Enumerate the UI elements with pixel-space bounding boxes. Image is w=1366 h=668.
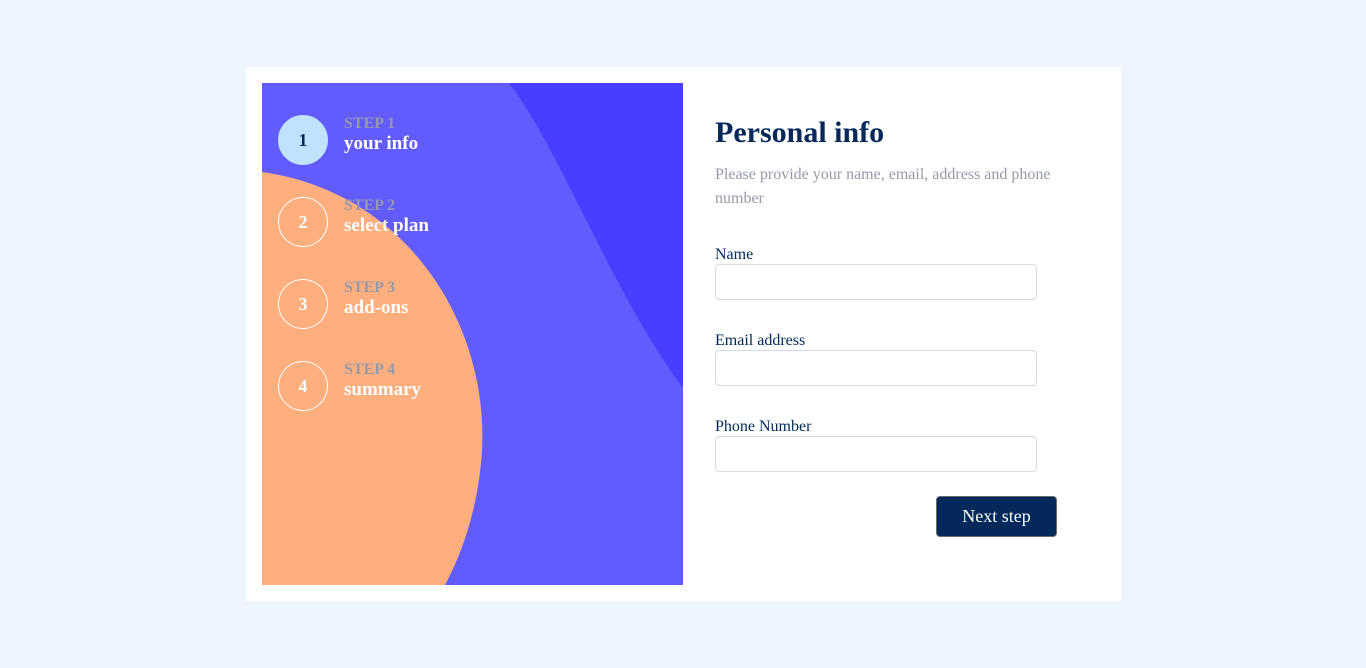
email-field-group: Email address: [715, 332, 1075, 386]
step-label: STEP 1: [344, 115, 396, 132]
name-input[interactable]: [715, 264, 1037, 300]
phone-input[interactable]: [715, 436, 1037, 472]
phone-field-group: Phone Number: [715, 418, 1075, 472]
step-label: STEP 2: [344, 197, 396, 214]
personal-info-form: Personal info Please provide your name, …: [715, 115, 1075, 472]
step-name: select plan: [344, 215, 429, 236]
sidebar: 1 STEP 1 your info 2 STEP 2 select plan …: [262, 83, 683, 585]
name-label: Name: [715, 246, 754, 263]
step-name: your info: [344, 133, 419, 154]
step-name: summary: [344, 379, 422, 400]
step-label: STEP 3: [344, 279, 396, 296]
next-step-button[interactable]: Next step: [936, 496, 1057, 537]
page-title: Personal info: [715, 116, 885, 149]
page-subtitle: Please provide your name, email, address…: [715, 166, 1051, 207]
email-label: Email address: [715, 332, 806, 349]
step-label: STEP 4: [344, 361, 396, 378]
email-input[interactable]: [715, 350, 1037, 386]
sidebar-accent-shape: [509, 83, 683, 388]
step-name: add-ons: [344, 297, 409, 318]
name-field-group: Name: [715, 246, 1075, 300]
step-number-badge: 1: [278, 115, 328, 165]
step-number-badge: 4: [278, 361, 328, 411]
form-card: 1 STEP 1 your info 2 STEP 2 select plan …: [246, 67, 1121, 601]
step-number-badge: 2: [278, 197, 328, 247]
step-number-badge: 3: [278, 279, 328, 329]
phone-label: Phone Number: [715, 418, 812, 435]
sidebar-background: [262, 83, 683, 585]
